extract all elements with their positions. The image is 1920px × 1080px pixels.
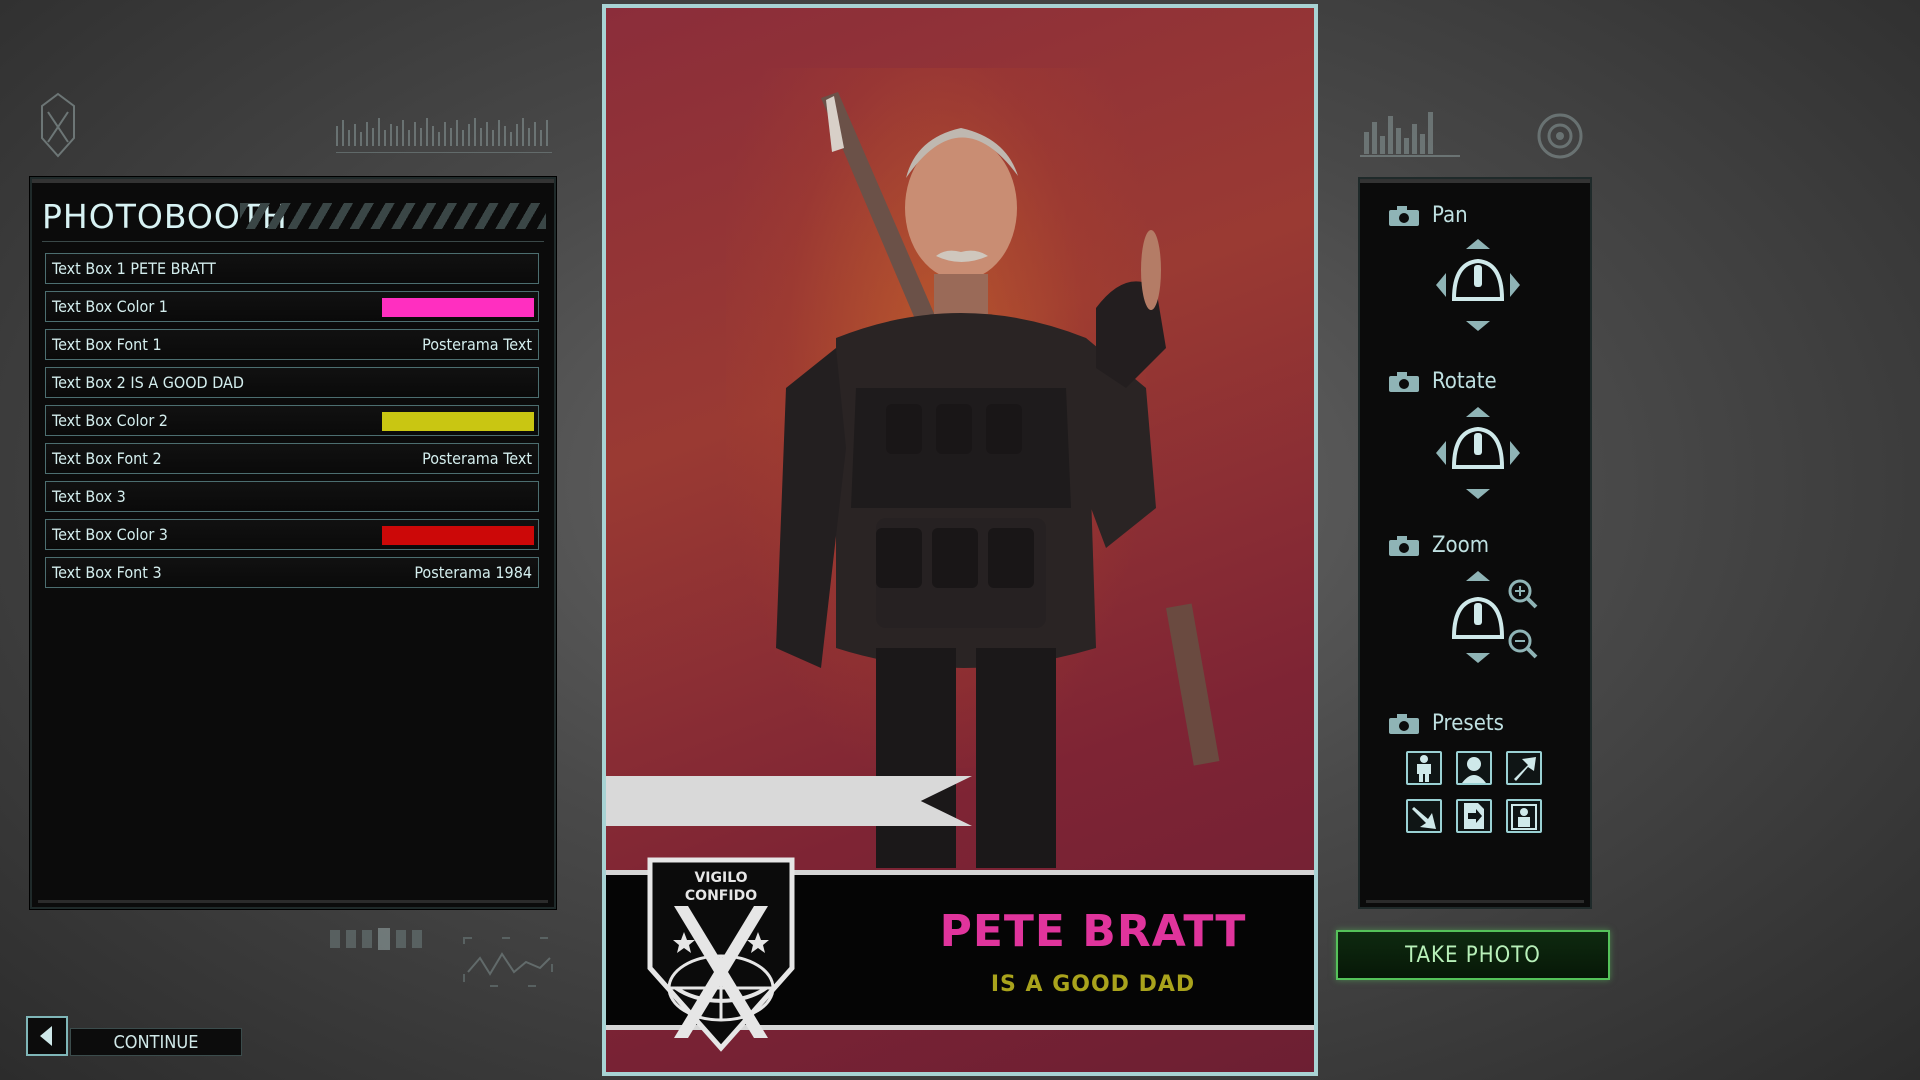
color-swatch	[382, 412, 534, 431]
headshot-icon	[1462, 757, 1486, 783]
zoom-header: Zoom	[1388, 533, 1489, 558]
color-swatch	[382, 298, 534, 317]
full-body-icon	[1417, 755, 1431, 782]
poster-ribbon-banner	[606, 776, 972, 826]
panel-top-rail	[1360, 179, 1590, 183]
back-arrow-icon	[40, 1026, 52, 1046]
option-text-box-font-1[interactable]: Text Box Font 1 Posterama Text	[45, 329, 539, 360]
title-stripes	[240, 203, 546, 229]
mouse-icon	[1451, 596, 1505, 639]
xcom-emblem-icon	[41, 92, 75, 158]
rotate-right-arrow-icon[interactable]	[1510, 441, 1520, 465]
hud-target-icon	[1537, 113, 1583, 159]
title-underline	[42, 241, 544, 242]
pan-right-arrow-icon[interactable]	[1510, 273, 1520, 297]
preset-full-body-button[interactable]	[1406, 751, 1442, 785]
option-label: Text Box Font 1	[52, 335, 162, 354]
arrow-up-right-icon	[1514, 757, 1536, 781]
zoom-control[interactable]	[1360, 571, 1594, 671]
rotate-control[interactable]	[1360, 407, 1594, 507]
presets-label: Presets	[1432, 711, 1504, 736]
preset-low-angle-button[interactable]	[1406, 799, 1442, 833]
camera-controls-panel: Pan Rotate Zoom Presets	[1358, 177, 1592, 909]
hud-signal-icon	[330, 928, 553, 987]
preset-side-button[interactable]	[1456, 799, 1492, 833]
back-arrow-button[interactable]	[26, 1016, 68, 1056]
zoom-in-icon[interactable]	[1508, 579, 1538, 609]
option-text-box-color-2[interactable]: Text Box Color 2	[45, 405, 539, 436]
option-text-box-3[interactable]: Text Box 3	[45, 481, 539, 512]
pan-control[interactable]	[1360, 239, 1594, 339]
panel-bottom-rail	[1366, 900, 1584, 903]
seal-text-top: VIGILO	[694, 870, 747, 886]
mouse-icon	[1451, 258, 1505, 301]
rotate-header: Rotate	[1388, 369, 1497, 394]
pan-down-arrow-icon[interactable]	[1466, 321, 1490, 331]
option-label: Text Box 1 PETE BRATT	[52, 259, 216, 278]
option-value: Posterama 1984	[414, 563, 532, 582]
soldier-figure-icon	[776, 92, 1220, 868]
rotate-up-arrow-icon[interactable]	[1466, 407, 1490, 417]
poster-preview: VIGILO CONFIDO PETE BRATT IS A GOOD DAD	[602, 4, 1318, 1076]
vigilo-confido-seal-icon: VIGILO CONFIDO	[647, 857, 795, 1052]
photobooth-panel: PHOTOBOOTH Text Box 1 PETE BRATT Text Bo…	[30, 177, 556, 909]
group-icon	[1511, 804, 1537, 830]
poster-name-text: PETE BRATT	[939, 906, 1247, 957]
pan-label: Pan	[1432, 203, 1468, 228]
option-text-box-2[interactable]: Text Box 2 IS A GOOD DAD	[45, 367, 539, 398]
pan-left-arrow-icon[interactable]	[1436, 273, 1446, 297]
option-label: Text Box Color 3	[52, 525, 168, 544]
option-text-box-color-1[interactable]: Text Box Color 1	[45, 291, 539, 322]
option-label: Text Box 2 IS A GOOD DAD	[52, 373, 244, 392]
option-label: Text Box Color 2	[52, 411, 168, 430]
preset-headshot-button[interactable]	[1456, 751, 1492, 785]
zoom-down-arrow-icon[interactable]	[1466, 653, 1490, 663]
panel-top-rail	[32, 179, 554, 183]
option-value: Posterama Text	[422, 449, 532, 468]
zoom-label: Zoom	[1432, 533, 1490, 558]
option-text-box-1[interactable]: Text Box 1 PETE BRATT	[45, 253, 539, 284]
camera-icon	[1389, 713, 1419, 734]
panel-bottom-rail	[38, 900, 548, 903]
option-text-box-font-2[interactable]: Text Box Font 2 Posterama Text	[45, 443, 539, 474]
poster-subtitle-text: IS A GOOD DAD	[990, 972, 1196, 997]
zoom-up-arrow-icon[interactable]	[1466, 571, 1490, 581]
camera-icon	[1389, 371, 1419, 392]
seal-text-bottom: CONFIDO	[685, 888, 757, 904]
option-label: Text Box 3	[52, 487, 126, 506]
rotate-down-arrow-icon[interactable]	[1466, 489, 1490, 499]
preset-group-button[interactable]	[1506, 799, 1542, 833]
take-photo-button[interactable]: TAKE PHOTO	[1336, 930, 1610, 980]
pan-header: Pan	[1388, 203, 1468, 228]
hud-bars-icon	[1360, 112, 1460, 157]
arrow-down-right-icon	[1412, 807, 1436, 829]
hud-waveform-icon	[336, 118, 552, 153]
option-value: Posterama Text	[422, 335, 532, 354]
color-swatch	[382, 526, 534, 545]
pan-up-arrow-icon[interactable]	[1466, 239, 1490, 249]
camera-icon	[1389, 205, 1419, 226]
option-label: Text Box Font 3	[52, 563, 162, 582]
camera-icon	[1389, 535, 1419, 556]
document-arrow-icon	[1464, 803, 1484, 829]
option-label: Text Box Font 2	[52, 449, 162, 468]
option-text-box-color-3[interactable]: Text Box Color 3	[45, 519, 539, 550]
preset-high-angle-button[interactable]	[1506, 751, 1542, 785]
rotate-label: Rotate	[1432, 369, 1497, 394]
mouse-icon	[1451, 426, 1505, 469]
option-text-box-font-3[interactable]: Text Box Font 3 Posterama 1984	[45, 557, 539, 588]
zoom-out-icon[interactable]	[1508, 629, 1538, 659]
continue-button[interactable]: CONTINUE	[70, 1028, 242, 1056]
presets-header: Presets	[1388, 711, 1504, 736]
rotate-left-arrow-icon[interactable]	[1436, 441, 1446, 465]
option-label: Text Box Color 1	[52, 297, 168, 316]
